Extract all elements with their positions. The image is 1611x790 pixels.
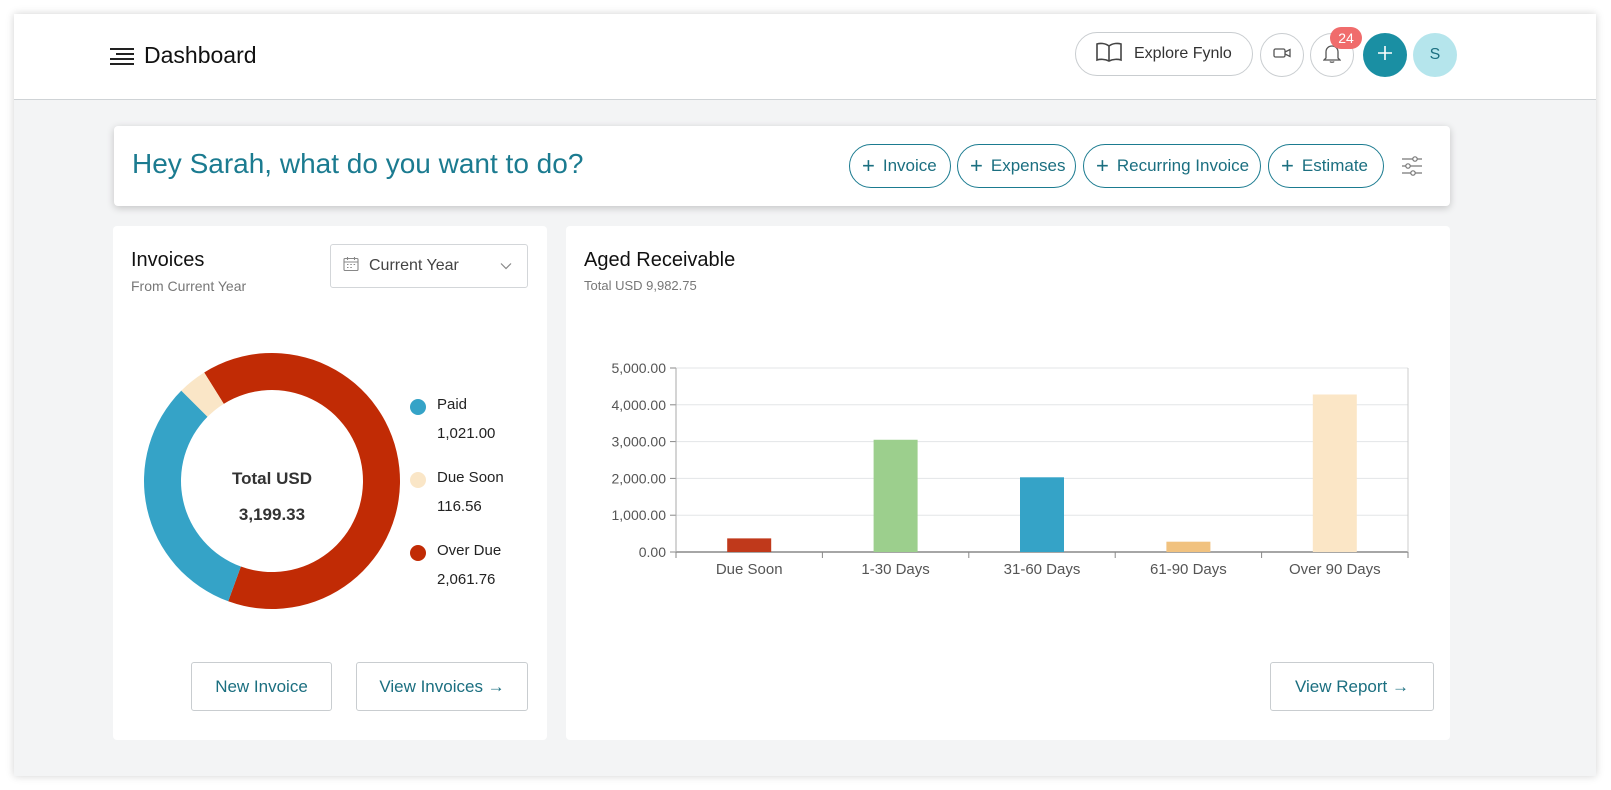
quick-expenses-label: Expenses <box>990 156 1066 175</box>
view-report-button[interactable]: View Report → <box>1270 662 1434 711</box>
aged-receivable-card: Aged Receivable Total USD 9,982.75 0.00 1… <box>566 226 1450 740</box>
period-select[interactable]: Current Year <box>330 244 528 288</box>
bar-1-30-days <box>873 439 918 552</box>
quick-recurring-invoice-label: Recurring Invoice <box>1116 156 1250 175</box>
add-button[interactable] <box>1363 33 1407 77</box>
legend-dot-due-soon <box>410 472 426 488</box>
bar-31-60-days <box>1020 477 1064 552</box>
view-invoices-button[interactable]: View Invoices → <box>356 662 528 711</box>
y-tick-label: 0.00 <box>639 544 666 560</box>
video-button[interactable] <box>1260 33 1304 77</box>
x-tick-label: Due Soon <box>716 561 783 578</box>
x-tick-label: 31-60 Days <box>1004 561 1081 578</box>
quick-invoice-button[interactable]: + Invoice <box>849 144 951 188</box>
quick-actions-bar: Hey Sarah, what do you want to do? + Inv… <box>114 126 1450 206</box>
greeting-text: Hey Sarah, what do you want to do? <box>132 148 584 179</box>
y-tick-label: 3,000.00 <box>612 434 667 450</box>
bar-over-90-days <box>1312 394 1357 552</box>
quick-estimate-label: Estimate <box>1301 156 1368 175</box>
donut-center-value: 3,199.33 <box>239 505 305 524</box>
video-icon <box>1273 46 1291 65</box>
quick-estimate-button[interactable]: + Estimate <box>1268 144 1384 188</box>
y-tick-label: 2,000.00 <box>612 470 667 486</box>
book-icon <box>1096 42 1122 67</box>
invoices-title: Invoices <box>131 249 205 271</box>
invoices-donut-chart: Total USD 3,199.33 <box>143 353 400 609</box>
calendar-icon <box>343 256 359 277</box>
y-tick-label: 1,000.00 <box>612 507 667 523</box>
top-header: Dashboard Explore Fynlo 24 S <box>14 14 1596 100</box>
legend-value-due-soon: 116.56 <box>437 498 482 515</box>
explore-label: Explore Fynlo <box>1134 45 1232 62</box>
period-value: Current Year <box>369 257 459 274</box>
page-title: Dashboard <box>144 42 257 68</box>
plus-icon: + <box>1281 153 1294 178</box>
quick-invoice-label: Invoice <box>882 156 937 175</box>
bar-61-90-days <box>1166 541 1211 552</box>
plus-icon: + <box>862 153 875 178</box>
legend-dot-paid <box>410 399 426 415</box>
new-invoice-button[interactable]: New Invoice <box>191 662 332 711</box>
donut-center-label: Total USD <box>232 469 312 488</box>
plus-icon <box>1377 45 1393 66</box>
aged-receivable-bar-chart: 0.00 1,000.00 2,000.00 3,000.00 4,000.00 5,00… <box>612 360 1409 578</box>
menu-icon[interactable] <box>110 48 134 65</box>
user-avatar[interactable]: S <box>1413 33 1457 77</box>
legend-value-paid: 1,021.00 <box>437 425 496 442</box>
explore-button[interactable]: Explore Fynlo <box>1075 32 1253 76</box>
sliders-icon[interactable] <box>1400 154 1424 178</box>
quick-recurring-invoice-button[interactable]: + Recurring Invoice <box>1083 144 1261 188</box>
legend-label-due-soon: Due Soon <box>437 469 504 486</box>
quick-expenses-button[interactable]: + Expenses <box>957 144 1076 188</box>
plus-icon: + <box>1096 153 1109 178</box>
plus-icon: + <box>970 153 983 178</box>
y-tick-label: 5,000.00 <box>612 360 667 376</box>
bar-due-soon <box>727 538 772 552</box>
legend-label-paid: Paid <box>437 396 468 413</box>
invoices-subtitle: From Current Year <box>131 278 247 294</box>
x-tick-label: 1-30 Days <box>861 561 929 578</box>
legend-value-over-due: 2,061.76 <box>437 571 496 588</box>
legend-label-over-due: Over Due <box>437 542 502 559</box>
y-tick-label: 4,000.00 <box>612 397 667 413</box>
legend-dot-over-due <box>410 545 426 561</box>
x-tick-label: 61-90 Days <box>1150 561 1227 578</box>
x-tick-label: Over 90 Days <box>1289 561 1381 578</box>
chevron-down-icon <box>499 259 513 278</box>
donut-slice-paid <box>143 390 241 602</box>
notification-badge: 24 <box>1330 27 1362 49</box>
app-frame: Dashboard Explore Fynlo 24 S Hey Sarah, … <box>14 14 1596 776</box>
invoices-card: Invoices From Current Year Current Year … <box>113 226 547 740</box>
